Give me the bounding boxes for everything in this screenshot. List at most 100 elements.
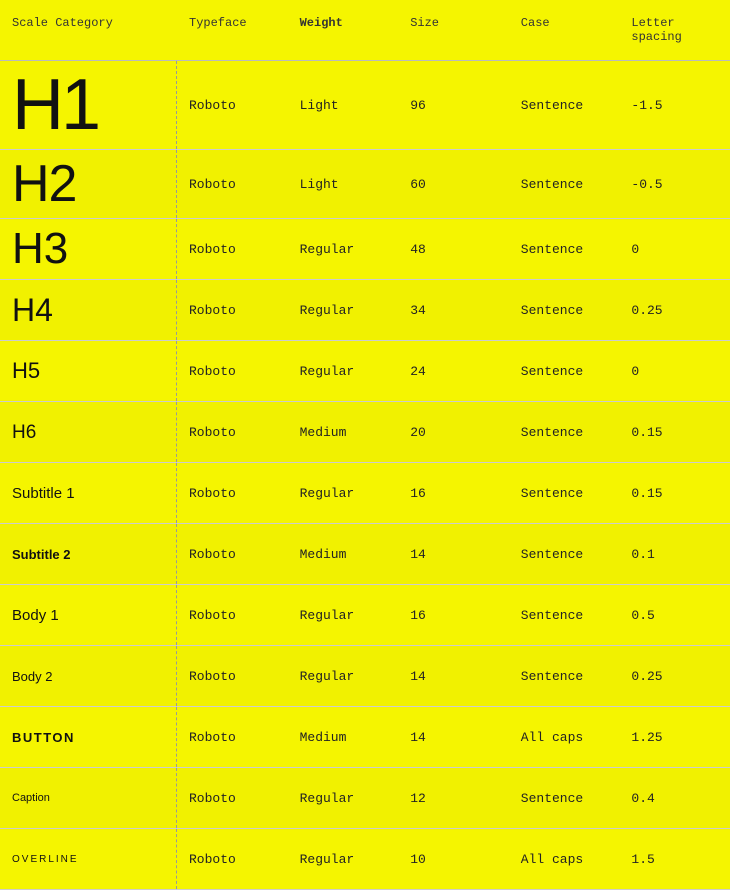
table-row: Caption RobotoRegular12Sentence0.4 [0,768,730,829]
letter-spacing-cell: 1.5 [619,842,730,877]
weight-cell: Regular [288,781,399,816]
scale-label: Subtitle 2 [12,547,71,562]
typeface-cell: Roboto [177,293,288,328]
weight-cell: Medium [288,537,399,572]
typeface-cell: Roboto [177,781,288,816]
scale-cell: BUTTON [0,707,177,767]
typeface-cell: Roboto [177,598,288,633]
size-cell: 20 [398,415,509,450]
table-row: H2 RobotoLight60Sentence-0.5 [0,150,730,219]
table-row: H5 RobotoRegular24Sentence0 [0,341,730,402]
typeface-cell: Roboto [177,88,288,123]
letter-spacing-cell: 0.1 [619,537,730,572]
case-cell: All caps [509,842,620,877]
size-cell: 60 [398,167,509,202]
scale-cell: H1 [0,61,177,149]
letter-spacing-cell: 0.4 [619,781,730,816]
scale-cell: H2 [0,150,177,218]
size-cell: 34 [398,293,509,328]
letter-spacing-cell: 0.15 [619,415,730,450]
case-cell: Sentence [509,167,620,202]
typography-scale-table: Scale Category Typeface Weight Size Case… [0,0,730,890]
scale-label: Body 2 [12,669,52,684]
header-letter-spacing: Letter spacing [619,0,730,60]
weight-cell: Regular [288,842,399,877]
table-body: H1RobotoLight96Sentence-1.5H2RobotoLight… [0,61,730,890]
weight-cell: Regular [288,598,399,633]
weight-cell: Regular [288,476,399,511]
size-cell: 14 [398,659,509,694]
scale-label: BUTTON [12,730,75,745]
table-row: H4 RobotoRegular34Sentence0.25 [0,280,730,341]
case-cell: Sentence [509,537,620,572]
scale-cell: H4 [0,280,177,340]
scale-label: Body 1 [12,607,59,624]
weight-cell: Regular [288,293,399,328]
size-cell: 10 [398,842,509,877]
header-scale-category: Scale Category [0,0,177,60]
size-cell: 16 [398,598,509,633]
scale-label: H2 [12,158,76,210]
scale-label: H6 [12,423,36,442]
scale-cell: H6 [0,402,177,462]
typeface-cell: Roboto [177,354,288,389]
scale-label: OVERLINE [12,854,79,865]
case-cell: Sentence [509,415,620,450]
weight-cell: Medium [288,720,399,755]
case-cell: Sentence [509,354,620,389]
typeface-cell: Roboto [177,476,288,511]
table-row: H6 RobotoMedium20Sentence0.15 [0,402,730,463]
case-cell: Sentence [509,781,620,816]
header-weight: Weight [288,0,399,60]
scale-label: H4 [12,294,53,326]
typeface-cell: Roboto [177,842,288,877]
case-cell: Sentence [509,232,620,267]
letter-spacing-cell: 0.5 [619,598,730,633]
typeface-cell: Roboto [177,167,288,202]
letter-spacing-cell: 0.25 [619,659,730,694]
header-size: Size [398,0,509,60]
size-cell: 12 [398,781,509,816]
table-row: Subtitle 2 RobotoMedium14Sentence0.1 [0,524,730,585]
letter-spacing-cell: -1.5 [619,88,730,123]
letter-spacing-cell: -0.5 [619,167,730,202]
table-header: Scale Category Typeface Weight Size Case… [0,0,730,61]
case-cell: Sentence [509,88,620,123]
scale-cell: Subtitle 2 [0,524,177,584]
table-row: OVERLINE RobotoRegular10All caps1.5 [0,829,730,890]
weight-cell: Regular [288,659,399,694]
scale-cell: H5 [0,341,177,401]
size-cell: 16 [398,476,509,511]
scale-label: H1 [12,69,98,141]
table-row: Body 2RobotoRegular14Sentence0.25 [0,646,730,707]
weight-cell: Medium [288,415,399,450]
size-cell: 14 [398,537,509,572]
scale-cell: Body 2 [0,646,177,706]
scale-cell: H3 [0,219,177,279]
scale-label: Caption [12,792,50,804]
scale-label: H3 [12,227,68,271]
table-row: BUTTONRobotoMedium14All caps1.25 [0,707,730,768]
header-case: Case [509,0,620,60]
scale-cell: Caption [0,768,177,828]
size-cell: 14 [398,720,509,755]
header-typeface: Typeface [177,0,288,60]
table-row: H3RobotoRegular48Sentence0 [0,219,730,280]
letter-spacing-cell: 0.15 [619,476,730,511]
letter-spacing-cell: 0 [619,354,730,389]
size-cell: 48 [398,232,509,267]
weight-cell: Light [288,88,399,123]
case-cell: Sentence [509,293,620,328]
scale-cell: Body 1 [0,585,177,645]
weight-cell: Light [288,167,399,202]
size-cell: 96 [398,88,509,123]
typeface-cell: Roboto [177,537,288,572]
case-cell: Sentence [509,476,620,511]
scale-label: H5 [12,360,40,382]
weight-cell: Regular [288,354,399,389]
size-cell: 24 [398,354,509,389]
letter-spacing-cell: 0.25 [619,293,730,328]
typeface-cell: Roboto [177,720,288,755]
typeface-cell: Roboto [177,415,288,450]
table-row: H1 RobotoLight96Sentence-1.5 [0,61,730,150]
